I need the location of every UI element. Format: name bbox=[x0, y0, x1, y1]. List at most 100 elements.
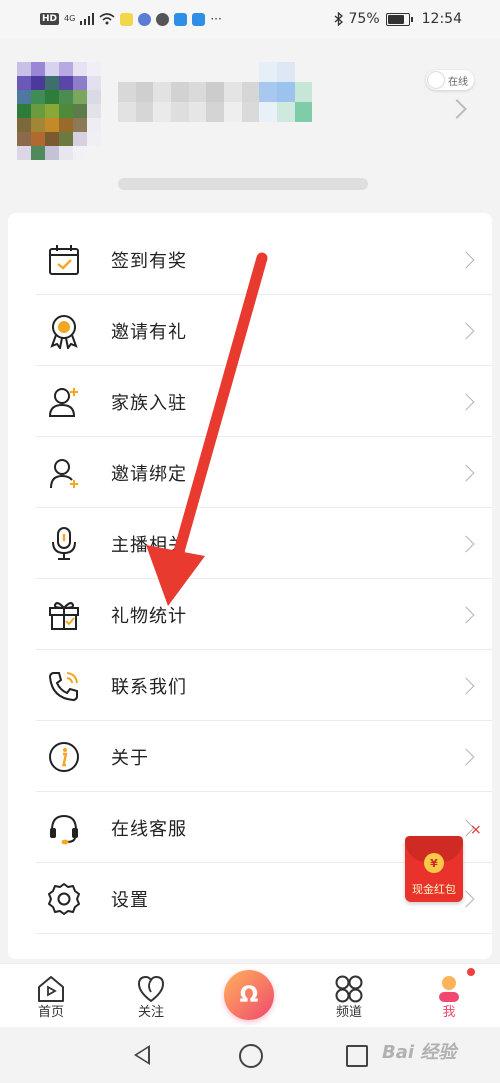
recent-apps-icon[interactable] bbox=[346, 1045, 368, 1067]
name-pixel bbox=[118, 82, 136, 102]
tab-follow[interactable]: 关注 bbox=[116, 970, 186, 1026]
menu-item-anchor[interactable]: 主播相关 bbox=[8, 509, 492, 579]
name-pixel bbox=[153, 82, 171, 102]
avatar-pixel bbox=[17, 76, 31, 90]
avatar-pixel bbox=[59, 104, 73, 118]
name-pixel bbox=[206, 82, 224, 102]
chevron-right-icon bbox=[457, 535, 475, 553]
bottom-nav: 首页 关注 Ω 频道 我 bbox=[0, 963, 500, 1028]
bluetooth-icon bbox=[334, 12, 343, 26]
app-notification-icon bbox=[120, 12, 134, 26]
menu-item-gift-stats[interactable]: 礼物统计 bbox=[8, 580, 492, 650]
wifi-icon bbox=[99, 13, 115, 25]
name-pixel bbox=[188, 82, 207, 102]
tab-channel[interactable]: 频道 bbox=[314, 970, 384, 1026]
name-pixel bbox=[188, 62, 207, 82]
menu-item-invite-bind[interactable]: 邀请绑定 bbox=[8, 438, 492, 508]
home-play-icon bbox=[38, 976, 64, 1002]
menu-item-invite-gift[interactable]: 邀请有礼 bbox=[8, 296, 492, 366]
name-pixel bbox=[241, 102, 260, 122]
avatar-pixel bbox=[17, 118, 31, 132]
menu-item-checkin[interactable]: 签到有奖 bbox=[8, 225, 492, 295]
award-medal-icon bbox=[44, 311, 84, 351]
name-pixel bbox=[135, 62, 154, 82]
avatar-pixel bbox=[59, 90, 73, 104]
red-packet-label: 现金红包 bbox=[412, 883, 456, 896]
online-toggle-label: 在线 bbox=[448, 76, 468, 88]
avatar-pixel bbox=[17, 104, 31, 118]
gear-icon bbox=[44, 879, 84, 919]
avatar-pixel bbox=[31, 132, 45, 146]
close-icon[interactable]: × bbox=[470, 822, 482, 838]
avatar-pixel bbox=[73, 118, 87, 132]
menu-item-label: 设置 bbox=[111, 890, 149, 911]
avatar-pixel bbox=[73, 90, 87, 104]
avatar-pixel bbox=[87, 104, 101, 118]
name-pixel bbox=[223, 102, 242, 122]
avatar-pixel bbox=[87, 76, 101, 90]
microphone-icon bbox=[44, 524, 84, 564]
avatar[interactable] bbox=[17, 62, 101, 160]
avatar-pixel bbox=[59, 118, 73, 132]
menu-item-label: 主播相关 bbox=[111, 535, 187, 556]
tab-home[interactable]: 首页 bbox=[16, 970, 86, 1026]
name-pixel bbox=[276, 62, 295, 82]
name-pixel bbox=[276, 82, 295, 102]
chevron-right-icon bbox=[457, 748, 475, 766]
avatar-pixel bbox=[59, 132, 73, 146]
name-pixel bbox=[170, 102, 189, 122]
avatar-pixel bbox=[31, 62, 45, 76]
name-pixel bbox=[276, 122, 295, 142]
avatar-pixel bbox=[73, 104, 87, 118]
avatar-pixel bbox=[17, 62, 31, 76]
name-pixel bbox=[241, 62, 260, 82]
name-pixel bbox=[223, 122, 242, 142]
battery-percent: 75% bbox=[348, 11, 380, 27]
more-icon: ··· bbox=[210, 12, 222, 26]
chevron-right-icon bbox=[457, 606, 475, 624]
tab-me[interactable]: 我 bbox=[414, 970, 484, 1026]
avatar-pixel bbox=[73, 62, 87, 76]
name-pixel bbox=[259, 102, 277, 122]
name-pixel bbox=[206, 122, 224, 142]
menu-item-contact[interactable]: 联系我们 bbox=[8, 651, 492, 721]
avatar-pixel bbox=[17, 132, 31, 146]
avatar-pixel bbox=[45, 104, 59, 118]
menu-item-family-join[interactable]: 家族入驻 bbox=[8, 367, 492, 437]
avatar-pixel bbox=[17, 90, 31, 104]
avatar-pixel bbox=[31, 118, 45, 132]
name-pixel bbox=[206, 62, 224, 82]
avatar-pixel bbox=[17, 146, 31, 160]
tab-label: 关注 bbox=[137, 1005, 164, 1020]
name-pixel bbox=[170, 82, 189, 102]
music-icon bbox=[138, 12, 152, 26]
cloud-icon bbox=[174, 12, 188, 26]
watermark: Bai 经验 bbox=[382, 1042, 457, 1063]
avatar-pixel bbox=[87, 146, 101, 160]
menu-item-label: 签到有奖 bbox=[111, 251, 187, 272]
avatar-pixel bbox=[31, 104, 45, 118]
online-toggle[interactable]: 在线 bbox=[426, 70, 474, 90]
menu-item-label: 礼物统计 bbox=[111, 606, 187, 627]
me-icon bbox=[439, 976, 459, 1002]
notification-dot bbox=[467, 968, 475, 976]
name-pixel bbox=[118, 102, 136, 122]
username-blurred bbox=[118, 62, 330, 142]
back-icon[interactable] bbox=[134, 1045, 150, 1065]
avatar-pixel bbox=[87, 62, 101, 76]
menu-item-about[interactable]: 关于 bbox=[8, 722, 492, 792]
cash-red-packet-button[interactable]: ¥ 现金红包 bbox=[405, 836, 463, 902]
center-logo-button[interactable]: Ω bbox=[224, 970, 274, 1020]
headset-icon bbox=[44, 808, 84, 848]
avatar-pixel bbox=[59, 62, 73, 76]
avatar-pixel bbox=[87, 90, 101, 104]
menu-item-label: 邀请绑定 bbox=[111, 464, 187, 485]
menu-item-label: 关于 bbox=[111, 748, 149, 769]
name-pixel bbox=[241, 122, 260, 142]
calendar-check-icon bbox=[44, 240, 84, 280]
home-icon[interactable] bbox=[239, 1044, 263, 1068]
signal-icon bbox=[80, 13, 95, 25]
heart-icon bbox=[137, 975, 165, 1003]
yuan-coin-icon: ¥ bbox=[424, 853, 444, 873]
status-bar: HD 4G ··· 75% 12:54 bbox=[0, 0, 500, 38]
